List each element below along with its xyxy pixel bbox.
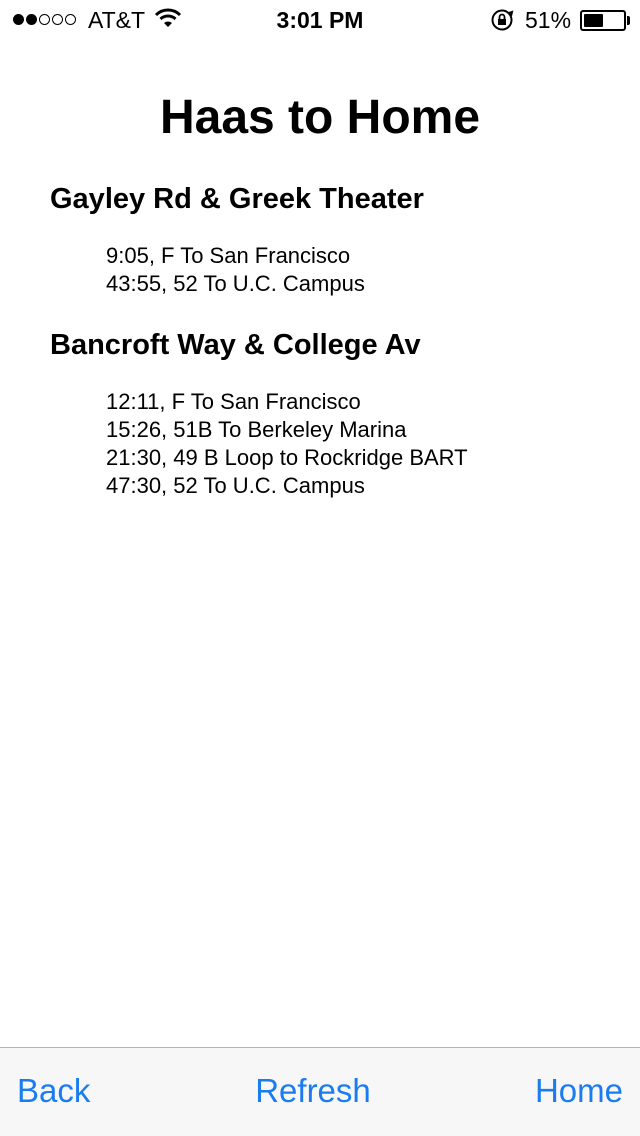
battery-tip	[627, 16, 630, 25]
stop-section: Gayley Rd & Greek Theater 9:05, F To San…	[50, 182, 610, 298]
departure-item: 9:05, F To San Francisco	[106, 243, 351, 268]
departure-list: 12:11, F To San Francisco 15:26, 51B To …	[106, 388, 610, 500]
app-screen: AT&T 3:01 PM 51% Haas to Home Gayley Rd …	[0, 0, 640, 1136]
stop-name: Gayley Rd & Greek Theater	[50, 183, 424, 215]
page-title: Haas to Home	[159, 91, 481, 144]
departure-item: 12:11, F To San Francisco	[106, 389, 361, 414]
stop-section: Bancroft Way & College Av 12:11, F To Sa…	[50, 328, 610, 500]
battery-level-fill	[584, 14, 603, 27]
stop-name: Bancroft Way & College Av	[50, 329, 421, 361]
home-button[interactable]: Home	[535, 1072, 623, 1110]
status-bar: AT&T 3:01 PM 51%	[0, 0, 640, 40]
bottom-toolbar: Back Refresh Home	[0, 1047, 640, 1136]
departure-item: 15:26, 51B To Berkeley Marina	[106, 417, 407, 442]
battery-icon	[580, 10, 626, 31]
rotation-lock-icon	[490, 8, 514, 37]
departure-item: 21:30, 49 B Loop to Rockridge BART	[106, 445, 468, 470]
departure-item: 47:30, 52 To U.C. Campus	[106, 473, 365, 498]
refresh-button[interactable]: Refresh	[0, 1072, 626, 1110]
battery-percent: 51%	[525, 7, 572, 33]
departure-item: 43:55, 52 To U.C. Campus	[106, 271, 365, 296]
departure-list: 9:05, F To San Francisco 43:55, 52 To U.…	[106, 242, 610, 298]
